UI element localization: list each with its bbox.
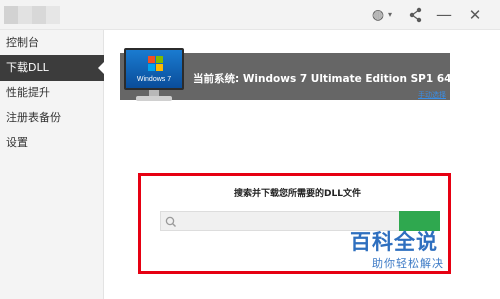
title-bar: ◍ ▾ — ✕ [0,0,500,30]
app-logo-blurred [4,6,18,24]
share-icon-svg [409,7,422,23]
minimize-button[interactable]: — [434,4,454,26]
app-logo-blurred [18,6,32,24]
app-logo-blurred [46,6,60,24]
sidebar-item-console[interactable]: 控制台 [0,30,104,56]
sidebar-item-download-dll[interactable]: 下载DLL [0,55,104,81]
watermark-title: 百科全说 [350,230,438,254]
chevron-down-icon[interactable]: ▾ [385,4,395,26]
windows-logo-icon [148,56,164,72]
monitor-screen: Windows 7 [124,48,184,90]
watermark: 百科全说 助你轻松解决 [350,222,460,272]
manual-select-link[interactable]: 手动选择 [418,90,446,100]
app-logo-blurred [32,6,46,24]
monitor-base [136,96,172,101]
search-heading: 搜索并下载您所需要的DLL文件 [234,189,361,199]
close-button[interactable]: ✕ [465,4,485,26]
sidebar: 控制台 下载DLL 性能提升 注册表备份 设置 [0,30,104,299]
share-icon[interactable] [406,4,426,26]
sidebar-item-performance[interactable]: 性能提升 [0,80,104,106]
search-icon [164,214,178,228]
monitor-os-label: Windows 7 [136,76,172,83]
current-system-text: 当前系统: Windows 7 Ultimate Edition SP1 64-… [193,73,472,85]
sidebar-item-registry-backup[interactable]: 注册表备份 [0,105,104,131]
watermark-subtitle: 助你轻松解决 [372,257,444,270]
monitor-icon: Windows 7 [122,48,186,104]
sidebar-item-settings[interactable]: 设置 [0,130,104,156]
